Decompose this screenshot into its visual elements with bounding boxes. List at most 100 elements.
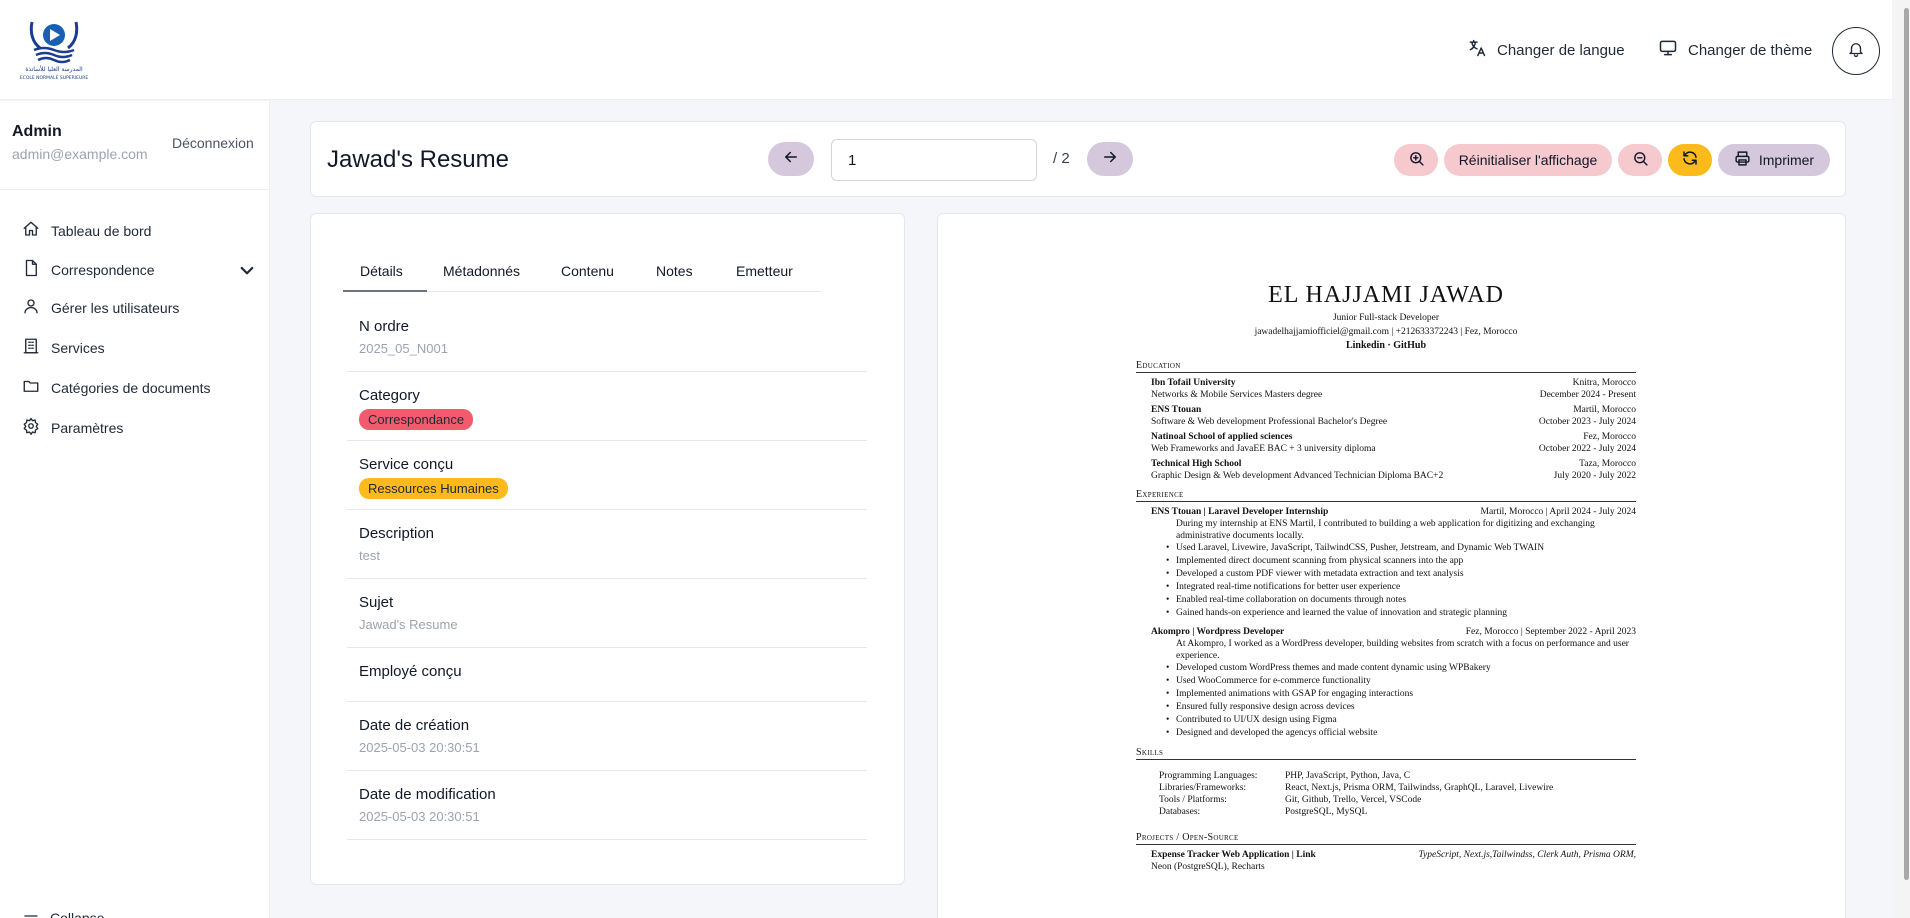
next-page-button[interactable] <box>1087 142 1133 176</box>
sidebar-item-dashboard[interactable]: Tableau de bord <box>22 220 252 241</box>
job-bullets: Used Laravel, Livewire, JavaScript, Tail… <box>1136 542 1636 620</box>
resume-role: Junior Full-stack Developer <box>1332 313 1440 323</box>
education-entry: ENS Ttouan Martil, Morocco Software & Web… <box>1136 404 1636 428</box>
viewer-toolbar: Jawad's Resume / 2 Réinitialiser l'affic… <box>310 121 1846 197</box>
monitor-icon <box>1658 38 1678 62</box>
user-icon <box>22 297 40 318</box>
school-place: Taza, Morocco <box>1579 459 1636 469</box>
experience-entry: Akompro | Wordpress Developer Fez, Morocc… <box>1136 626 1636 740</box>
job-summary: During my internship at ENS Martil, I co… <box>1176 519 1595 541</box>
education-entry: Technical High School Taza, Morocco Graph… <box>1136 458 1636 482</box>
resume-section-title: Experience <box>1136 489 1636 502</box>
top-bar: المدرسة العليا للأساتذة ECOLE NORMALE SU… <box>0 0 1892 100</box>
print-label: Imprimer <box>1758 152 1815 168</box>
degree: Graphic Design & Web development Advance… <box>1151 471 1444 481</box>
field-value: test <box>359 548 380 563</box>
zoom-in-button[interactable] <box>1394 144 1438 176</box>
school-name: ENS Ttouan <box>1151 405 1202 415</box>
svg-text:المدرسة العليا للأساتذة: المدرسة العليا للأساتذة <box>25 65 83 73</box>
bullet: Ensured fully responsive design across d… <box>1166 701 1636 714</box>
refresh-button[interactable] <box>1668 144 1712 176</box>
print-button[interactable]: Imprimer <box>1718 144 1830 176</box>
project-stack: TypeScript, Next.js,Tailwindss, Clerk Au… <box>1418 850 1636 860</box>
refresh-icon <box>1681 149 1699 172</box>
field-value: 2025-05-03 20:30:51 <box>359 740 480 755</box>
field-sujet: Sujet Jawad's Resume <box>347 579 867 648</box>
resume-page: EL HAJJAMI JAWAD Junior Full-stack Devel… <box>1136 282 1636 873</box>
field-label: Category <box>359 387 420 404</box>
education-entry: Ibn Tofail University Knitra, Morocco Net… <box>1136 377 1636 401</box>
resume-contact: jawadelhajjamiofficiel@gmail.com | +2126… <box>1254 327 1518 337</box>
sidebar-item-users[interactable]: Gérer les utilisateurs <box>22 297 252 318</box>
page-total: / 2 <box>1053 150 1070 167</box>
sidebar: Admin admin@example.com Déconnexion Tabl… <box>0 101 270 918</box>
field-label: Description <box>359 525 435 542</box>
bullet: Developed custom WordPress themes and ma… <box>1166 662 1636 675</box>
notifications-button[interactable] <box>1832 27 1880 75</box>
field-label: Date de modification <box>359 786 496 803</box>
field-description: Description test <box>347 510 867 579</box>
field-label: Date de création <box>359 717 470 734</box>
resume-links[interactable]: Linkedin · GitHub <box>1136 339 1636 353</box>
field-value: Jawad's Resume <box>359 617 458 632</box>
tab-details[interactable]: Détails <box>360 263 403 279</box>
arrow-right-icon <box>1101 148 1119 171</box>
resume-section-title: Education <box>1136 360 1636 373</box>
sidebar-item-label: Catégories de documents <box>51 379 211 396</box>
skill-value: PHP, JavaScript, Python, Java, C <box>1285 771 1411 781</box>
bullet: Implemented direct document scanning fro… <box>1166 555 1636 568</box>
sidebar-item-document-categories[interactable]: Catégories de documents <box>22 377 252 398</box>
active-tab-indicator <box>343 290 427 292</box>
bullet: Enabled real-time collaboration on docum… <box>1166 594 1636 607</box>
field-employe: Employé conçu <box>347 648 867 702</box>
field-service: Service conçu Ressources Humaines <box>347 441 867 510</box>
printer-icon <box>1734 150 1751 170</box>
degree: Networks & Mobile Services Masters degre… <box>1151 390 1323 400</box>
page-number-input[interactable] <box>831 139 1037 181</box>
zoom-in-icon <box>1408 150 1425 170</box>
change-theme-label: Changer de thème <box>1688 41 1813 59</box>
arrow-left-icon <box>782 148 800 171</box>
skill-key: Libraries/Frameworks: <box>1159 783 1247 793</box>
user-name: Admin <box>12 123 62 140</box>
bell-icon <box>1847 40 1865 63</box>
page-scrollbar-thumb[interactable] <box>1904 8 1909 880</box>
skill-row: Tools / Platforms: Git, Github, Trello, V… <box>1159 794 1636 806</box>
chevron-down-icon[interactable] <box>238 262 254 276</box>
tab-metadata[interactable]: Métadonnés <box>443 263 520 279</box>
zoom-out-button[interactable] <box>1618 144 1662 176</box>
sidebar-item-settings[interactable]: Paramètres <box>22 417 252 438</box>
project-row: Neon (PostgreSQL), Recharts <box>1136 861 1636 873</box>
collapse-button[interactable]: Collapse <box>22 907 104 918</box>
zoom-out-icon <box>1632 150 1649 170</box>
school-place: Knitra, Morocco <box>1572 378 1636 388</box>
dates: October 2022 - July 2024 <box>1538 444 1636 454</box>
previous-page-button[interactable] <box>768 142 814 176</box>
change-language-button[interactable]: Changer de langue <box>1467 38 1625 62</box>
tab-emetteur[interactable]: Emetteur <box>736 263 793 279</box>
folder-icon <box>22 377 40 398</box>
logout-button[interactable]: Déconnexion <box>172 135 254 151</box>
sidebar-item-services[interactable]: Services <box>22 337 252 358</box>
pdf-preview[interactable]: EL HAJJAMI JAWAD Junior Full-stack Devel… <box>937 213 1846 918</box>
dates: December 2024 - Present <box>1539 390 1636 400</box>
skill-row: Databases: PostgreSQL, MySQL <box>1159 806 1636 818</box>
page-title: Jawad's Resume <box>327 146 509 173</box>
field-label: Employé conçu <box>359 663 462 680</box>
skill-value: React, Next.js, Prisma ORM, Tailwindss, … <box>1285 783 1554 793</box>
skill-key: Databases: <box>1159 807 1201 817</box>
change-theme-button[interactable]: Changer de thème <box>1658 38 1812 62</box>
reset-view-button[interactable]: Réinitialiser l'affichage <box>1444 144 1612 176</box>
skills-list: Programming Languages: PHP, JavaScript, P… <box>1136 770 1636 818</box>
school-name: Ibn Tofail University <box>1151 378 1236 388</box>
sidebar-item-correspondence[interactable]: Correspondence <box>22 259 254 280</box>
gear-icon <box>22 417 40 438</box>
skill-row: Programming Languages: PHP, JavaScript, P… <box>1159 770 1636 782</box>
field-date-modification: Date de modification 2025-05-03 20:30:51 <box>347 771 867 840</box>
school-place: Martil, Morocco <box>1573 405 1636 415</box>
tab-notes[interactable]: Notes <box>656 263 693 279</box>
school-logo[interactable]: المدرسة العليا للأساتذة ECOLE NORMALE SU… <box>20 18 88 82</box>
category-badge: Correspondance <box>359 409 474 430</box>
field-n-ordre: N ordre 2025_05_N001 <box>347 303 867 372</box>
tab-content[interactable]: Contenu <box>561 263 614 279</box>
